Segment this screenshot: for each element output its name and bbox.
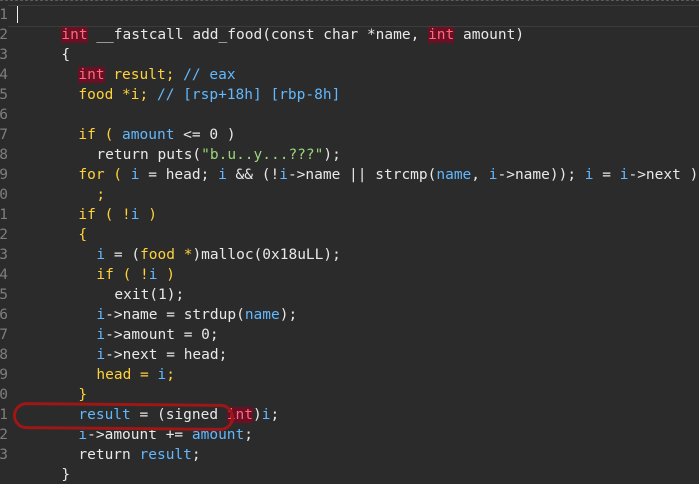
line-number: 6 (0, 307, 8, 323)
line-number: 1 (0, 407, 8, 423)
code-text: ->name)); (497, 167, 585, 183)
variable-i: i (157, 367, 167, 383)
line-number: 8 (0, 147, 8, 163)
code-line-21[interactable]: i->amount += amount; (26, 405, 253, 443)
line-number: 5 (0, 87, 8, 103)
code-text: && (! (226, 167, 280, 183)
function-signature: __fastcall add_food(const char *name, (87, 27, 429, 43)
code-text: ->name || strcmp( (287, 167, 437, 183)
variable-i: i (130, 207, 140, 223)
code-line-9[interactable]: ; (44, 165, 105, 203)
line-number: 4 (0, 67, 8, 83)
line-number: 5 (0, 287, 8, 303)
line-number: 1 (0, 7, 8, 23)
code-line-10[interactable]: if ( !i ) (26, 185, 157, 223)
code-line-11[interactable]: { (26, 205, 87, 243)
variable-i: i (218, 167, 227, 183)
semicolon: ; (270, 407, 280, 423)
line-number: 2 (0, 227, 8, 243)
code-line-20[interactable]: result = (signed int)i; (26, 385, 279, 423)
semicolon: ; (166, 367, 175, 383)
keyword-int: int (428, 27, 455, 43)
line-number: 2 (0, 427, 8, 443)
line-number: 9 (0, 367, 8, 383)
semicolon: ; (191, 447, 201, 463)
variable-i: i (130, 167, 140, 183)
statement-end: ); (279, 307, 298, 323)
variable-i: i (279, 167, 288, 183)
brace: } (61, 467, 71, 483)
code-line-15[interactable]: i->name = strdup(name); (44, 285, 297, 323)
code-line-13[interactable]: if ( !i ) (44, 245, 175, 283)
code-text: ) (253, 407, 262, 423)
line-number: 7 (0, 127, 8, 143)
code-line-19[interactable]: } (26, 365, 87, 403)
code-line-22[interactable]: return result; (26, 425, 200, 463)
code-line-8[interactable]: for ( i = head; i && (!i->name || strcmp… (26, 145, 698, 183)
code-line-17[interactable]: i->next = head; (44, 325, 227, 363)
code-editor[interactable]: 1 2 3 4 5 6 7 8 9 0 1 2 3 4 5 6 7 8 9 0 1 2 3 int __fastcall a… (0, 0, 699, 484)
line-number: 1 (0, 207, 8, 223)
line-number: 3 (0, 447, 8, 463)
line-number: 2 (0, 27, 8, 43)
code-text: = (593, 167, 620, 183)
variable-head: head = (96, 367, 158, 383)
line-number: 7 (0, 327, 8, 343)
line-number: 9 (0, 167, 8, 183)
code-line-3[interactable]: int result; // eax (26, 45, 236, 83)
code-line-6[interactable]: if ( amount <= 0 ) (26, 105, 235, 143)
code-text: ->next ) (628, 167, 699, 183)
line-number: 0 (0, 387, 8, 403)
code-line-12[interactable]: i = (food *)malloc(0x18uLL); (44, 225, 340, 263)
variable-decl: food *i; (78, 87, 157, 103)
code-line-1[interactable]: int __fastcall add_food(const char *name… (9, 5, 524, 43)
code-line-2[interactable]: { (9, 25, 70, 63)
function-signature-end: amount) (454, 27, 525, 43)
line-number-gutter: 1 2 3 4 5 6 7 8 9 0 1 2 3 4 5 6 7 8 9 0 1 2 3 (0, 0, 8, 484)
code-line-7[interactable]: return puts("b.u..y...???"); (44, 125, 340, 163)
variable-name: name (436, 167, 472, 183)
malloc-call: )malloc(0x18uLL); (192, 247, 341, 263)
code-line-18[interactable]: head = i; (44, 345, 175, 383)
code-line-23[interactable]: } (9, 445, 70, 483)
code-text: , (471, 167, 489, 183)
code-line-4[interactable]: food *i; // [rsp+18h] [rbp-8h] (26, 65, 340, 103)
line-number: 8 (0, 347, 8, 363)
variable-name: name (244, 307, 280, 323)
variable-i: i (584, 167, 594, 183)
keyword-return: return (78, 447, 140, 463)
editor-top-border (0, 0, 699, 1)
variable-result: result (139, 447, 192, 463)
paren-close: ) (139, 207, 157, 223)
line-number: 3 (0, 247, 8, 263)
code-line-14[interactable]: exit(1); (62, 265, 184, 303)
code-text: = head; (139, 167, 219, 183)
line-number: 4 (0, 267, 8, 283)
semicolon: ; (244, 427, 254, 443)
line-number: 0 (0, 187, 8, 203)
line-number: 6 (0, 107, 8, 123)
line-number: 3 (0, 47, 8, 63)
code-line-16[interactable]: i->amount = 0; (44, 305, 218, 343)
comment: // [rsp+18h] [rbp-8h] (156, 87, 341, 103)
